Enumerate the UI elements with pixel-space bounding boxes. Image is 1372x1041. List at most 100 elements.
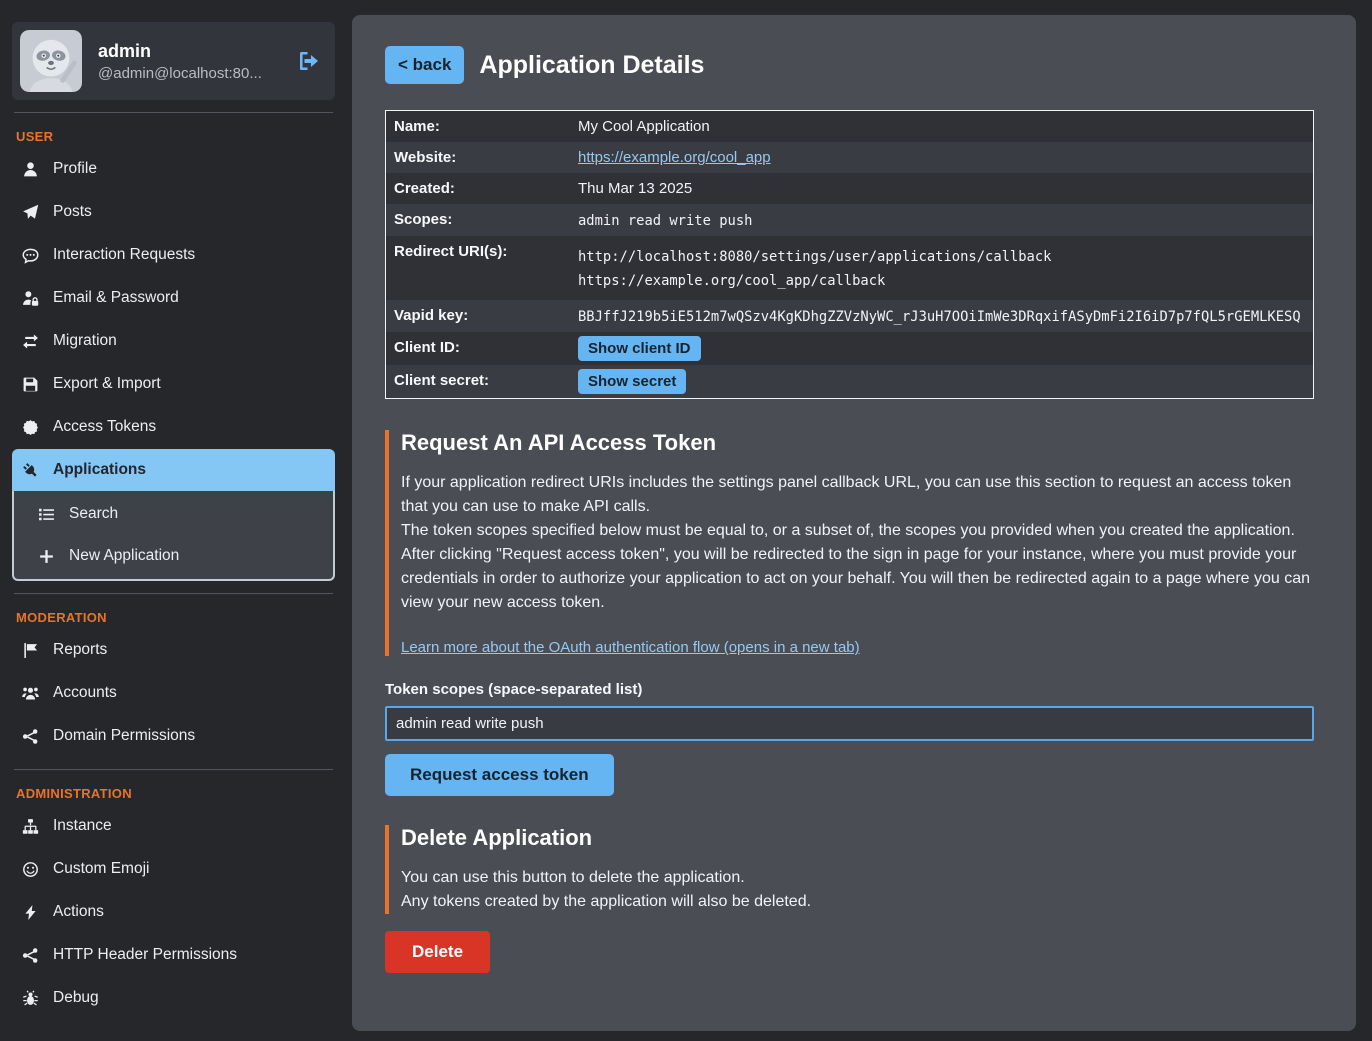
delete-button[interactable]: Delete	[385, 931, 490, 973]
user-lock-icon	[22, 290, 39, 307]
nav-section-header-user: USER	[16, 129, 335, 144]
sidebar-item-label: Posts	[53, 203, 92, 221]
sidebar-item-access-tokens[interactable]: Access Tokens	[12, 406, 335, 448]
sidebar-item-reports[interactable]: Reports	[12, 629, 335, 671]
sidebar-item-label: Domain Permissions	[53, 727, 195, 745]
section-title: Request An API Access Token	[401, 430, 1314, 456]
list-icon	[38, 506, 55, 523]
share-nodes-icon	[22, 947, 39, 964]
user-card[interactable]: admin @admin@localhost:80...	[12, 22, 335, 100]
show-secret-button[interactable]: Show secret	[578, 369, 686, 394]
row-label: Vapid key:	[386, 300, 570, 331]
delete-application-section: Delete Application You can use this butt…	[385, 825, 1314, 914]
sidebar-item-label: Access Tokens	[53, 418, 156, 436]
sidebar-item-actions[interactable]: Actions	[12, 891, 335, 933]
sidebar-item-label: Migration	[53, 332, 117, 350]
username: admin	[98, 41, 281, 62]
user-icon	[22, 161, 39, 178]
sidebar-item-accounts[interactable]: Accounts	[12, 672, 335, 714]
table-row-client-secret: Client secret: Show secret	[386, 365, 1313, 398]
plug-icon	[22, 462, 39, 479]
applications-nav-group: Applications Search New Application	[12, 449, 335, 581]
sidebar-item-label: Email & Password	[53, 289, 179, 307]
row-label: Scopes:	[386, 204, 570, 235]
user-info: admin @admin@localhost:80...	[98, 41, 281, 82]
application-details-table: Name: My Cool Application Website: https…	[385, 110, 1314, 399]
sidebar-item-label: Reports	[53, 641, 107, 659]
divider	[14, 593, 333, 594]
sidebar-item-http-header-permissions[interactable]: HTTP Header Permissions	[12, 934, 335, 976]
request-access-token-button[interactable]: Request access token	[385, 754, 614, 796]
show-client-id-button[interactable]: Show client ID	[578, 336, 701, 361]
sidebar-item-instance[interactable]: Instance	[12, 805, 335, 847]
sidebar-item-label: HTTP Header Permissions	[53, 946, 237, 964]
token-scopes-input[interactable]	[385, 706, 1314, 741]
app-name-value: My Cool Application	[570, 111, 1313, 142]
created-value: Thu Mar 13 2025	[570, 173, 1313, 204]
sitemap-icon	[22, 818, 39, 835]
row-label: Website:	[386, 142, 570, 173]
table-row-website: Website: https://example.org/cool_app	[386, 142, 1313, 173]
table-row-name: Name: My Cool Application	[386, 111, 1313, 142]
row-label: Created:	[386, 173, 570, 204]
arrows-left-right-icon	[22, 333, 39, 350]
sidebar-item-label: Debug	[53, 989, 99, 1007]
main-panel: < back Application Details Name: My Cool…	[352, 15, 1356, 1031]
sidebar-item-export-import[interactable]: Export & Import	[12, 363, 335, 405]
redirect-uris-value: http://localhost:8080/settings/user/appl…	[570, 236, 1313, 300]
section-paragraph: The token scopes specified below must be…	[401, 519, 1314, 543]
sidebar-item-migration[interactable]: Migration	[12, 320, 335, 362]
paper-plane-icon	[22, 204, 39, 221]
section-paragraph: If your application redirect URIs includ…	[401, 471, 1314, 519]
delete-info-line: Any tokens created by the application wi…	[401, 890, 1314, 914]
sidebar-item-interaction-requests[interactable]: Interaction Requests	[12, 234, 335, 276]
sidebar-item-domain-permissions[interactable]: Domain Permissions	[12, 715, 335, 757]
page-title: Application Details	[479, 51, 704, 80]
sidebar-item-posts[interactable]: Posts	[12, 191, 335, 233]
sidebar-item-label: New Application	[69, 547, 179, 565]
sidebar-item-label: Interaction Requests	[53, 246, 195, 264]
table-row-vapid-key: Vapid key: BBJffJ219b5iE512m7wQSzv4KgKDh…	[386, 300, 1313, 332]
redirect-uri: http://localhost:8080/settings/user/appl…	[578, 245, 1305, 269]
comment-dots-icon	[22, 247, 39, 264]
scopes-value: admin read write push	[570, 204, 1313, 236]
sidebar-item-applications-search[interactable]: Search	[14, 493, 333, 535]
avatar	[20, 30, 82, 92]
website-link[interactable]: https://example.org/cool_app	[578, 149, 771, 166]
page-header: < back Application Details	[385, 46, 1314, 84]
back-button[interactable]: < back	[385, 46, 464, 84]
sidebar: admin @admin@localhost:80... USER Profil…	[0, 0, 345, 1041]
nav-section-header-administration: ADMINISTRATION	[16, 786, 335, 801]
sidebar-item-label: Instance	[53, 817, 112, 835]
nav-section-header-moderation: MODERATION	[16, 610, 335, 625]
sidebar-item-debug[interactable]: Debug	[12, 977, 335, 1019]
sidebar-item-label: Actions	[53, 903, 104, 921]
sidebar-item-applications[interactable]: Applications	[12, 449, 335, 491]
vapid-key-value: BBJffJ219b5iE512m7wQSzv4KgKDhgZZVzNyWC_r…	[570, 300, 1313, 332]
sidebar-item-custom-emoji[interactable]: Custom Emoji	[12, 848, 335, 890]
sidebar-item-label: Custom Emoji	[53, 860, 149, 878]
sidebar-item-new-application[interactable]: New Application	[14, 535, 333, 577]
sidebar-item-email-password[interactable]: Email & Password	[12, 277, 335, 319]
request-token-section: Request An API Access Token If your appl…	[385, 430, 1314, 656]
bolt-icon	[22, 904, 39, 921]
sidebar-item-label: Accounts	[53, 684, 117, 702]
sidebar-item-profile[interactable]: Profile	[12, 148, 335, 190]
section-title: Delete Application	[401, 825, 1314, 851]
sidebar-item-label: Applications	[53, 461, 146, 479]
plus-icon	[38, 548, 55, 565]
token-request-form: Token scopes (space-separated list) Requ…	[385, 681, 1314, 796]
table-row-created: Created: Thu Mar 13 2025	[386, 173, 1313, 204]
sidebar-item-label: Search	[69, 505, 118, 523]
smiley-icon	[22, 861, 39, 878]
row-label: Client ID:	[386, 332, 570, 363]
bug-icon	[22, 990, 39, 1007]
floppy-disk-icon	[22, 376, 39, 393]
divider	[14, 769, 333, 770]
user-handle: @admin@localhost:80...	[98, 65, 281, 82]
applications-subnav: Search New Application	[12, 491, 335, 581]
table-row-redirect-uris: Redirect URI(s): http://localhost:8080/s…	[386, 236, 1313, 300]
sign-out-icon[interactable]	[297, 49, 321, 73]
delete-info-line: You can use this button to delete the ap…	[401, 866, 1314, 890]
oauth-docs-link[interactable]: Learn more about the OAuth authenticatio…	[401, 639, 860, 656]
